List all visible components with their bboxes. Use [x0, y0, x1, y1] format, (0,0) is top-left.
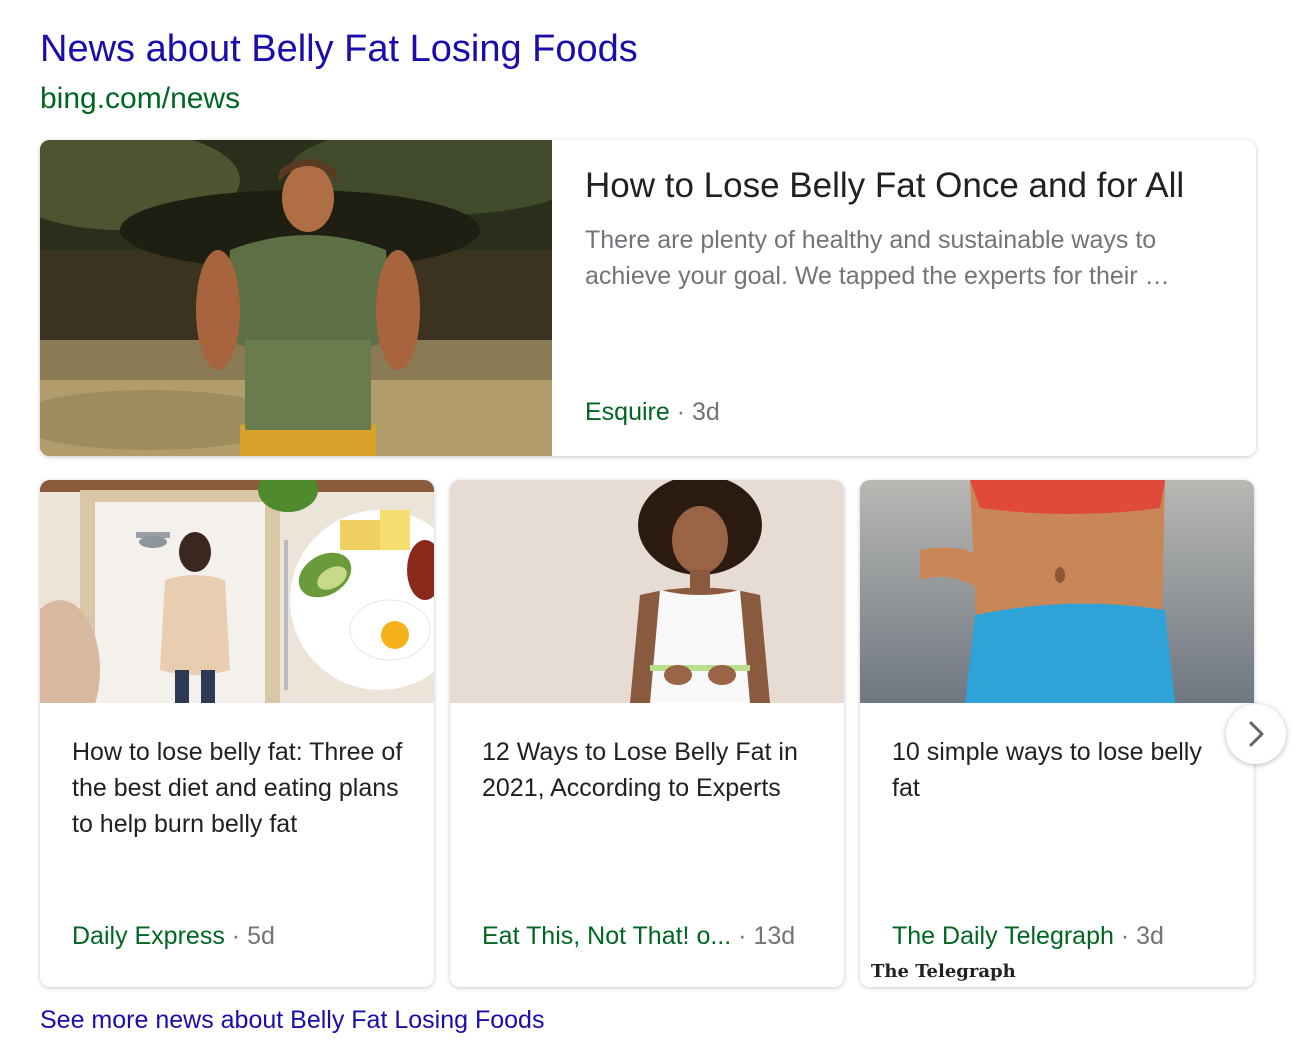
news-meta-3: The Daily Telegraph · 3d	[892, 922, 1164, 951]
news-headline-1[interactable]: How to lose belly fat: Three of the best…	[72, 734, 407, 842]
see-more-link[interactable]: See more news about Belly Fat Losing Foo…	[40, 1006, 544, 1035]
meta-separator: ·	[231, 922, 241, 950]
news-meta-1: Daily Express · 5d	[72, 922, 275, 951]
meta-separator: ·	[676, 398, 686, 426]
news-age-3: 3d	[1136, 922, 1164, 950]
news-headline-2[interactable]: 12 Ways to Lose Belly Fat in 2021, Accor…	[482, 734, 817, 806]
featured-news-card[interactable]: How to Lose Belly Fat Once and for All T…	[40, 140, 1256, 456]
news-meta-2: Eat This, Not That! o... · 13d	[482, 922, 795, 951]
news-thumbnail-1	[40, 480, 434, 703]
news-source-2: Eat This, Not That! o...	[482, 922, 732, 950]
news-thumbnail-2	[450, 480, 844, 703]
featured-meta: Esquire · 3d	[585, 398, 720, 427]
featured-source: Esquire	[585, 398, 670, 426]
telegraph-logo: The Telegraph	[860, 955, 1027, 987]
news-headline-3[interactable]: 10 simple ways to lose belly fat	[892, 734, 1227, 806]
source-url: bing.com/news	[40, 82, 241, 115]
news-age-2: 13d	[753, 922, 796, 950]
news-card-3[interactable]: The Telegraph 10 simple ways to lose bel…	[860, 480, 1254, 987]
news-thumbnail-3	[860, 480, 1254, 703]
news-age-1: 5d	[247, 922, 275, 950]
carousel-next-button[interactable]	[1226, 704, 1286, 764]
meta-separator: ·	[1120, 922, 1130, 950]
news-card-2[interactable]: 12 Ways to Lose Belly Fat in 2021, Accor…	[450, 480, 844, 987]
meta-separator: ·	[738, 922, 747, 950]
news-source-3: The Daily Telegraph	[892, 922, 1114, 950]
section-title[interactable]: News about Belly Fat Losing Foods	[40, 28, 638, 71]
featured-snippet: There are plenty of healthy and sustaina…	[585, 226, 1170, 290]
news-card-1[interactable]: How to lose belly fat: Three of the best…	[40, 480, 434, 987]
chevron-right-icon	[1249, 721, 1264, 747]
featured-age: 3d	[692, 398, 720, 426]
featured-thumbnail	[40, 140, 552, 456]
featured-headline[interactable]: How to Lose Belly Fat Once and for All	[585, 166, 1225, 206]
news-source-1: Daily Express	[72, 922, 225, 950]
